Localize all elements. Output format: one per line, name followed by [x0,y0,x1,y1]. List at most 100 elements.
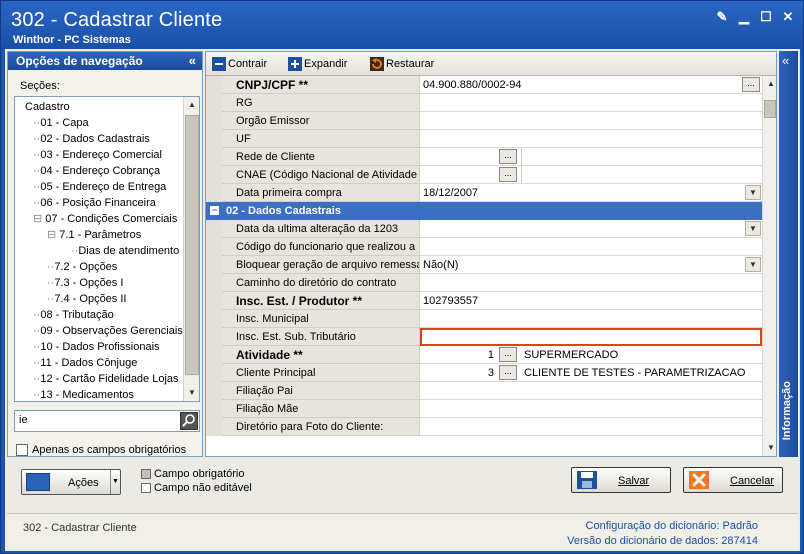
chevron-down-icon[interactable]: ▼ [745,257,761,272]
field-value[interactable]: Não(N) ▼ [420,256,762,274]
navigation-panel: Opções de navegação « Seções: Cadastro ··… [7,51,203,457]
field-value[interactable]: 1... SUPERMERCADO [420,346,762,364]
required-swatch [141,469,151,479]
collapse-button[interactable]: Contrair [212,56,267,72]
title-bar[interactable]: 302 - Cadastrar Cliente Winthor - PC Sis… [1,1,803,49]
information-panel-tab[interactable]: « Informação [779,51,798,457]
window-subtitle: Winthor - PC Sistemas [13,34,131,46]
collapse-section-icon[interactable]: − [210,206,219,215]
grid-row: Insc. Municipal [206,310,762,328]
lookup-button[interactable]: ... [742,77,760,92]
tree-item[interactable]: ··03 - Endereço Comercial [33,147,162,163]
tree-item[interactable]: ··08 - Tributação [33,307,114,323]
field-value[interactable] [420,238,762,256]
tree-item[interactable]: Cadastro [25,99,70,115]
tree-item-label: 13 - Medicamentos [40,389,134,401]
tree-item[interactable]: ··11 - Dados Cônjuge [33,355,137,371]
field-label: RG [222,94,420,112]
chevron-down-icon[interactable]: ▼ [745,221,761,236]
tree-item[interactable]: ⊟ 7.1 - Parâmetros [47,227,141,243]
field-value[interactable]: ... [420,166,762,184]
close-icon[interactable]: ✕ [781,10,795,24]
tree-item[interactable]: ··13 - Medicamentos [33,387,134,401]
tree-item-label: 7.2 - Opções [54,261,118,273]
scroll-down-icon[interactable]: ▼ [763,440,779,456]
properties-panel: Contrair Expandir Restaurar CNPJ/CPF ** 0… [205,51,777,457]
tree-item[interactable]: ··09 - Observações Gerenciais [33,323,183,339]
restore-button[interactable]: Restaurar [370,56,434,72]
status-left-text: 302 - Cadastrar Cliente [23,522,137,534]
tree-item[interactable]: ··02 - Dados Cadastrais [33,131,150,147]
field-value[interactable] [420,130,762,148]
tree-item[interactable]: ··10 - Dados Profissionais [33,339,160,355]
field-value[interactable] [420,94,762,112]
tree-scrollbar[interactable]: ▲ ▼ [183,97,199,401]
only-required-row[interactable]: Apenas os campos obrigatórios [16,444,186,456]
tree-item[interactable]: ··12 - Cartão Fidelidade Lojas [33,371,179,387]
field-value[interactable]: ▼ [420,220,762,238]
grid-scroll-thumb[interactable] [764,100,776,118]
tree-connector: ⊟ [47,229,60,241]
field-value[interactable] [420,400,762,418]
minimize-icon[interactable]: ▁ [737,10,751,24]
sections-tree[interactable]: Cadastro ··01 - Capa ··02 - Dados Cadastra… [14,96,200,402]
expand-info-icon[interactable]: « [782,53,789,68]
lookup-button[interactable]: ... [499,365,517,380]
value-divider [521,148,522,165]
row-gutter [206,328,222,346]
tree-item[interactable]: ··06 - Posição Financeira [33,195,156,211]
tree-item[interactable]: ··04 - Endereço Cobrança [33,163,160,179]
cancel-button[interactable]: Cancelar [683,467,783,493]
field-value[interactable] [420,112,762,130]
grid-scrollbar[interactable]: ▲ ▼ [762,76,776,456]
expand-button[interactable]: Expandir [288,56,347,72]
section-header[interactable]: −02 - Dados Cadastrais [206,202,762,220]
scroll-up-icon[interactable]: ▲ [763,76,779,92]
field-value[interactable]: 04.900.880/0002-94... [420,76,762,94]
chevron-down-icon[interactable]: ▼ [745,185,761,200]
field-value[interactable]: 18/12/2007 ▼ [420,184,762,202]
field-value-text: 04.900.880/0002-94 [423,79,522,91]
field-label: CNPJ/CPF ** [222,76,420,94]
tree-item[interactable]: ··01 - Capa [33,115,89,131]
field-label: Filiação Pai [222,382,420,400]
tree-item[interactable]: ··05 - Endereço de Entrega [33,179,166,195]
field-value[interactable] [420,328,762,346]
field-value[interactable]: ... [420,148,762,166]
value-divider [521,166,522,183]
tree-item[interactable]: ··Dias de atendimento [71,243,179,259]
field-value[interactable] [420,382,762,400]
tree-item[interactable]: ··7.4 - Opções II [47,291,126,307]
search-button[interactable] [180,412,198,430]
only-required-label: Apenas os campos obrigatórios [32,444,187,456]
collapse-nav-icon[interactable]: « [189,53,196,68]
search-input[interactable] [19,414,169,426]
field-label: Insc. Municipal [222,310,420,328]
field-value[interactable]: 3... CLIENTE DE TESTES - PARAMETRIZACAO [420,364,762,382]
field-value[interactable]: 102793557 [420,292,762,310]
edit-window-icon[interactable]: ✎ [715,10,729,24]
lookup-button[interactable]: ... [499,167,517,182]
scroll-up-icon[interactable]: ▲ [184,97,199,113]
tree-scroll-thumb[interactable] [185,115,199,375]
grid-row: CNAE (Código Nacional de Atividade Ec... [206,166,762,184]
row-gutter [206,166,222,184]
field-value[interactable] [420,310,762,328]
actions-dropdown-icon[interactable]: ▼ [110,470,120,494]
row-gutter [206,148,222,166]
actions-button[interactable]: Ações ▼ [21,469,121,495]
lookup-button[interactable]: ... [499,149,517,164]
tree-item[interactable]: ··7.2 - Opções [47,259,117,275]
tree-item-label: 07 - Condições Comerciais [45,213,178,225]
maximize-icon[interactable]: ☐ [759,10,773,24]
lookup-button[interactable]: ... [499,347,517,362]
grid-row: Bloquear geração de arquivo remessa Não(N… [206,256,762,274]
save-button[interactable]: Salvar [571,467,671,493]
only-required-checkbox[interactable] [16,444,28,456]
grid-row: RG [206,94,762,112]
tree-item[interactable]: ··7.3 - Opções I [47,275,123,291]
scroll-down-icon[interactable]: ▼ [184,385,199,401]
field-value[interactable] [420,274,762,292]
field-value[interactable] [420,418,762,436]
tree-item[interactable]: ⊟ 07 - Condições Comerciais [33,211,177,227]
